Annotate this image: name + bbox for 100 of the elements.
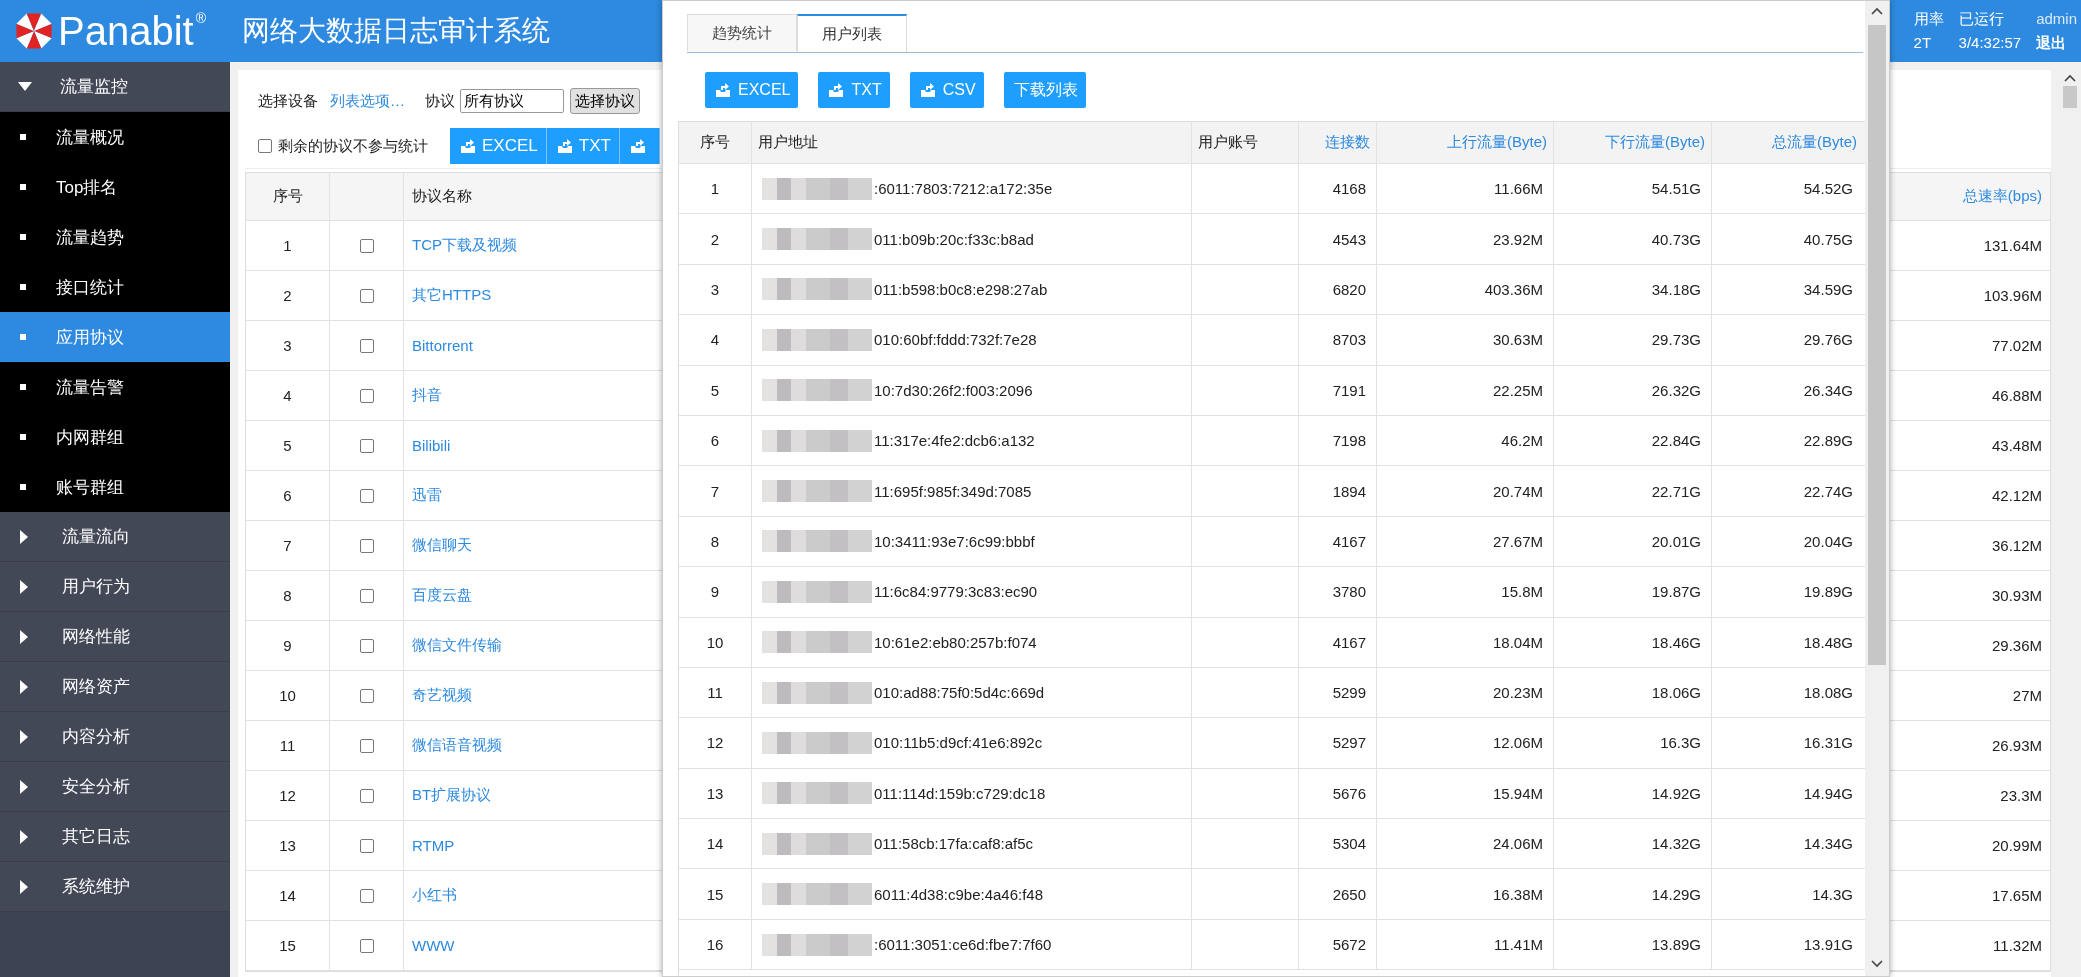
protocol-link[interactable]: Bittorrent bbox=[412, 337, 473, 354]
protocol-link[interactable]: 微信语音视频 bbox=[412, 736, 502, 755]
group-label: 流量流向 bbox=[62, 526, 130, 548]
table-value: 22.71G bbox=[1651, 482, 1701, 500]
protocol-link[interactable]: 抖音 bbox=[412, 386, 442, 405]
row-number: 15 bbox=[706, 885, 724, 903]
checkbox[interactable] bbox=[359, 638, 374, 653]
download-button[interactable]: 下载列表 bbox=[1003, 72, 1086, 108]
sidebar-item[interactable]: 流量概况 bbox=[0, 112, 230, 162]
protocol-link[interactable]: 百度云盘 bbox=[412, 586, 472, 605]
table-value: 34.18G bbox=[1651, 280, 1701, 298]
table-value: 13.91G bbox=[1803, 936, 1853, 954]
export-button[interactable] bbox=[619, 128, 660, 164]
column-header[interactable]: 连接数 bbox=[1299, 122, 1377, 163]
checkbox[interactable] bbox=[359, 938, 374, 953]
column-header[interactable]: 总流量(Byte) bbox=[1712, 122, 1863, 163]
row-number: 5 bbox=[283, 437, 292, 454]
protocol-link[interactable]: 微信文件传输 bbox=[412, 636, 502, 655]
protocol-link[interactable]: Bilibili bbox=[412, 437, 451, 454]
scrollbar[interactable] bbox=[1865, 1, 1889, 976]
sidebar-group[interactable]: 系统维护 bbox=[0, 862, 230, 912]
row-number: 6 bbox=[283, 487, 292, 504]
protocol-link[interactable]: RTMP bbox=[412, 837, 455, 854]
export-button[interactable]: TXT bbox=[818, 72, 890, 108]
checkbox[interactable] bbox=[359, 538, 374, 553]
checkbox[interactable] bbox=[359, 888, 374, 903]
sidebar-item[interactable]: 流量趋势 bbox=[0, 212, 230, 262]
checkbox[interactable] bbox=[359, 788, 374, 803]
checkbox[interactable] bbox=[359, 838, 374, 853]
table-value: 6820 bbox=[1332, 280, 1366, 298]
checkbox[interactable] bbox=[359, 688, 374, 703]
sidebar-group[interactable]: 内容分析 bbox=[0, 712, 230, 762]
protocol-link[interactable]: 迅雷 bbox=[412, 486, 442, 505]
bullet-icon bbox=[20, 134, 26, 140]
protocol-link[interactable]: 微信聊天 bbox=[412, 536, 472, 555]
table-value: 4167 bbox=[1332, 532, 1366, 550]
select-protocol-button[interactable]: 选择协议 bbox=[570, 88, 640, 114]
sidebar-group[interactable]: 流量流向 bbox=[0, 512, 230, 562]
table-value: 20.74M bbox=[1492, 482, 1543, 500]
address-text: 10:61e2:eb80:257b:f074 bbox=[874, 633, 1037, 651]
sidebar-item[interactable]: 流量告警 bbox=[0, 362, 230, 412]
group-label: 用户行为 bbox=[62, 576, 130, 598]
tab[interactable]: 趋势统计 bbox=[687, 14, 797, 51]
checkbox[interactable] bbox=[359, 738, 374, 753]
protocol-link[interactable]: 其它HTTPS bbox=[412, 286, 492, 305]
sidebar-item[interactable]: 接口统计 bbox=[0, 262, 230, 312]
export-button[interactable]: EXCEL bbox=[450, 128, 547, 164]
rate-value: 103.96M bbox=[1983, 287, 2042, 304]
checkbox[interactable] bbox=[359, 338, 374, 353]
table-value: 14.29G bbox=[1651, 885, 1701, 903]
scrollbar-thumb[interactable] bbox=[1868, 25, 1886, 665]
sidebar-group[interactable]: 流量监控 bbox=[0, 62, 230, 112]
export-button[interactable]: EXCEL bbox=[705, 72, 799, 108]
sidebar-group[interactable]: 网络性能 bbox=[0, 612, 230, 662]
row-number: 2 bbox=[710, 230, 720, 248]
bullet-icon bbox=[20, 484, 26, 490]
checkbox[interactable] bbox=[359, 488, 374, 503]
group-label: 系统维护 bbox=[62, 876, 130, 898]
tab[interactable]: 用户列表 bbox=[797, 14, 907, 52]
export-button[interactable]: CSV bbox=[909, 72, 984, 108]
protocol-link[interactable]: 小红书 bbox=[412, 886, 457, 905]
group-label: 安全分析 bbox=[62, 776, 130, 798]
checkbox[interactable] bbox=[359, 238, 374, 253]
sidebar-group[interactable]: 安全分析 bbox=[0, 762, 230, 812]
protocol-link[interactable]: WWW bbox=[412, 937, 455, 954]
address-text: :6011:7803:7212:a172:35e bbox=[874, 180, 1053, 198]
row-number: 1 bbox=[710, 180, 720, 198]
scroll-up-icon bbox=[2064, 74, 2076, 82]
table-value: 5672 bbox=[1332, 936, 1366, 954]
table-value: 18.46G bbox=[1651, 633, 1701, 651]
logout-link[interactable]: 退出 bbox=[2036, 33, 2077, 53]
device-list-link[interactable]: 列表选项… bbox=[330, 91, 405, 111]
sidebar-group[interactable]: 其它日志 bbox=[0, 812, 230, 862]
scrollbar-thumb[interactable] bbox=[2063, 86, 2077, 108]
protocol-link[interactable]: TCP下载及视频 bbox=[412, 236, 517, 255]
column-header[interactable]: 总速率(bps) bbox=[1890, 173, 2050, 220]
checkbox[interactable] bbox=[359, 388, 374, 403]
checkbox[interactable] bbox=[359, 288, 374, 303]
row-number: 12 bbox=[279, 787, 296, 804]
caret-right-icon bbox=[20, 679, 30, 694]
export-button[interactable]: TXT bbox=[546, 128, 620, 164]
sidebar-group[interactable]: 网络资产 bbox=[0, 662, 230, 712]
protocol-link[interactable]: 奇艺视频 bbox=[412, 686, 472, 705]
sidebar-item[interactable]: Top排名 bbox=[0, 162, 230, 212]
column-header[interactable]: 下行流量(Byte) bbox=[1554, 122, 1712, 163]
checkbox[interactable] bbox=[359, 438, 374, 453]
protocol-link[interactable]: BT扩展协议 bbox=[412, 786, 492, 805]
address-text: 010:ad88:75f0:5d4c:669d bbox=[874, 684, 1045, 702]
table-value: 4168 bbox=[1332, 180, 1366, 198]
table-value: 7198 bbox=[1332, 432, 1366, 450]
row-number: 12 bbox=[706, 734, 724, 752]
column-header[interactable]: 上行流量(Byte) bbox=[1377, 122, 1554, 163]
checkbox[interactable] bbox=[359, 588, 374, 603]
checkbox[interactable] bbox=[258, 139, 272, 153]
sidebar-group[interactable]: 用户行为 bbox=[0, 562, 230, 612]
sidebar-item[interactable]: 内网群组 bbox=[0, 412, 230, 462]
protocol-field[interactable]: 所有协议 bbox=[460, 89, 564, 113]
sidebar-item[interactable]: 应用协议 bbox=[0, 312, 230, 362]
export-icon bbox=[919, 83, 936, 97]
sidebar-item[interactable]: 账号群组 bbox=[0, 462, 230, 512]
